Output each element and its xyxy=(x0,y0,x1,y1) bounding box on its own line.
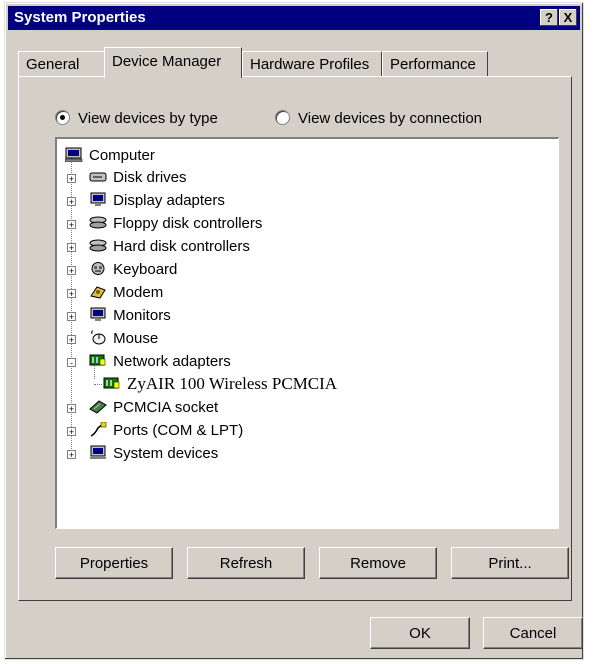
tree-label: Display adapters xyxy=(113,192,225,209)
tree-child-zyair-adapter[interactable]: ZyAIR 100 Wireless PCMCIA xyxy=(94,373,338,395)
tree-label: Disk drives xyxy=(113,169,187,186)
device-tree[interactable]: Computer + Disk drives + Display adapter xyxy=(55,137,559,529)
tree-item-display-adapters[interactable]: + Display adapters xyxy=(67,190,225,212)
expand-icon[interactable]: + xyxy=(67,335,76,345)
tree-label: Mouse xyxy=(113,330,159,347)
monitor-icon xyxy=(90,307,106,321)
tree-label: Computer xyxy=(89,147,155,164)
device-manager-panel: View devices by type View devices by con… xyxy=(18,76,572,601)
refresh-button[interactable]: Refresh xyxy=(187,547,305,579)
tree-label: Keyboard xyxy=(113,261,178,278)
tree-root-computer[interactable]: Computer xyxy=(65,145,155,167)
radio-view-by-connection[interactable]: View devices by connection xyxy=(275,109,482,129)
expand-icon[interactable]: + xyxy=(67,404,76,414)
close-button[interactable]: X xyxy=(559,9,577,26)
network-card-icon xyxy=(103,377,120,389)
radio-button-unselected[interactable] xyxy=(275,110,290,125)
tree-item-hard-disk-controllers[interactable]: + Hard disk controllers xyxy=(67,236,250,258)
mouse-icon xyxy=(91,330,106,345)
tree-item-system-devices[interactable]: + System devices xyxy=(67,443,218,465)
expand-icon[interactable]: + xyxy=(67,243,76,253)
tree-item-disk-drives[interactable]: + Disk drives xyxy=(67,167,187,189)
tree-label: Ports (COM & LPT) xyxy=(113,422,244,439)
radio-view-by-type[interactable]: View devices by type xyxy=(55,109,218,129)
controller-icon xyxy=(89,239,107,252)
tree-label: ZyAIR 100 Wireless PCMCIA xyxy=(127,374,338,393)
monitor-icon xyxy=(90,192,106,206)
tree-item-modem[interactable]: + Modem xyxy=(67,282,163,304)
radio-button-selected[interactable] xyxy=(55,110,70,125)
radio-label-by-connection: View devices by connection xyxy=(298,110,482,127)
tree-label: Network adapters xyxy=(113,353,231,370)
ok-button[interactable]: OK xyxy=(370,617,470,649)
remove-button[interactable]: Remove xyxy=(319,547,437,579)
tab-device-manager[interactable]: Device Manager xyxy=(104,47,242,78)
modem-icon xyxy=(90,286,106,299)
tree-label: System devices xyxy=(113,445,219,462)
properties-button[interactable]: Properties xyxy=(55,547,173,579)
expand-icon[interactable]: + xyxy=(67,312,76,322)
collapse-icon[interactable]: - xyxy=(67,358,76,368)
help-button[interactable]: ? xyxy=(540,9,558,26)
tree-label: Modem xyxy=(113,284,164,301)
tree-item-keyboard[interactable]: + Keyboard xyxy=(67,259,177,281)
controller-icon xyxy=(89,216,107,229)
window-title: System Properties xyxy=(14,9,146,26)
tab-general[interactable]: General xyxy=(18,51,106,77)
tree-label: Floppy disk controllers xyxy=(113,215,263,232)
expand-icon[interactable]: + xyxy=(67,266,76,276)
tree-label: Monitors xyxy=(113,307,171,324)
print-button[interactable]: Print... xyxy=(451,547,569,579)
tree-item-network-adapters[interactable]: - Network adapters xyxy=(67,351,231,373)
tree-item-floppy-disk-controllers[interactable]: + Floppy disk controllers xyxy=(67,213,262,235)
tree-item-monitors[interactable]: + Monitors xyxy=(67,305,171,327)
pcmcia-icon xyxy=(89,400,108,414)
expand-icon[interactable]: + xyxy=(67,197,76,207)
tree-item-ports[interactable]: + Ports (COM & LPT) xyxy=(67,420,243,442)
expand-icon[interactable]: + xyxy=(67,174,76,184)
tree-label: PCMCIA socket xyxy=(113,399,219,416)
system-properties-window: System Properties ? X General Device Man… xyxy=(4,2,584,660)
expand-icon[interactable]: + xyxy=(67,220,76,230)
expand-icon[interactable]: + xyxy=(67,289,76,299)
title-bar: System Properties ? X xyxy=(8,6,580,30)
expand-icon[interactable]: + xyxy=(67,450,76,460)
tab-performance[interactable]: Performance xyxy=(382,51,488,77)
disk-drive-icon xyxy=(89,172,107,182)
cancel-button[interactable]: Cancel xyxy=(483,617,583,649)
tab-hardware-profiles[interactable]: Hardware Profiles xyxy=(242,51,382,77)
computer-icon xyxy=(65,147,83,162)
tree-item-mouse[interactable]: + Mouse xyxy=(67,328,158,350)
tree-item-pcmcia-socket[interactable]: + PCMCIA socket xyxy=(67,397,218,419)
keyboard-icon xyxy=(91,262,105,275)
tree-label: Hard disk controllers xyxy=(113,238,250,255)
system-icon xyxy=(90,445,107,459)
network-card-icon xyxy=(89,354,106,366)
port-icon xyxy=(90,422,107,437)
expand-icon[interactable]: + xyxy=(67,427,76,437)
radio-label-by-type: View devices by type xyxy=(78,110,218,127)
